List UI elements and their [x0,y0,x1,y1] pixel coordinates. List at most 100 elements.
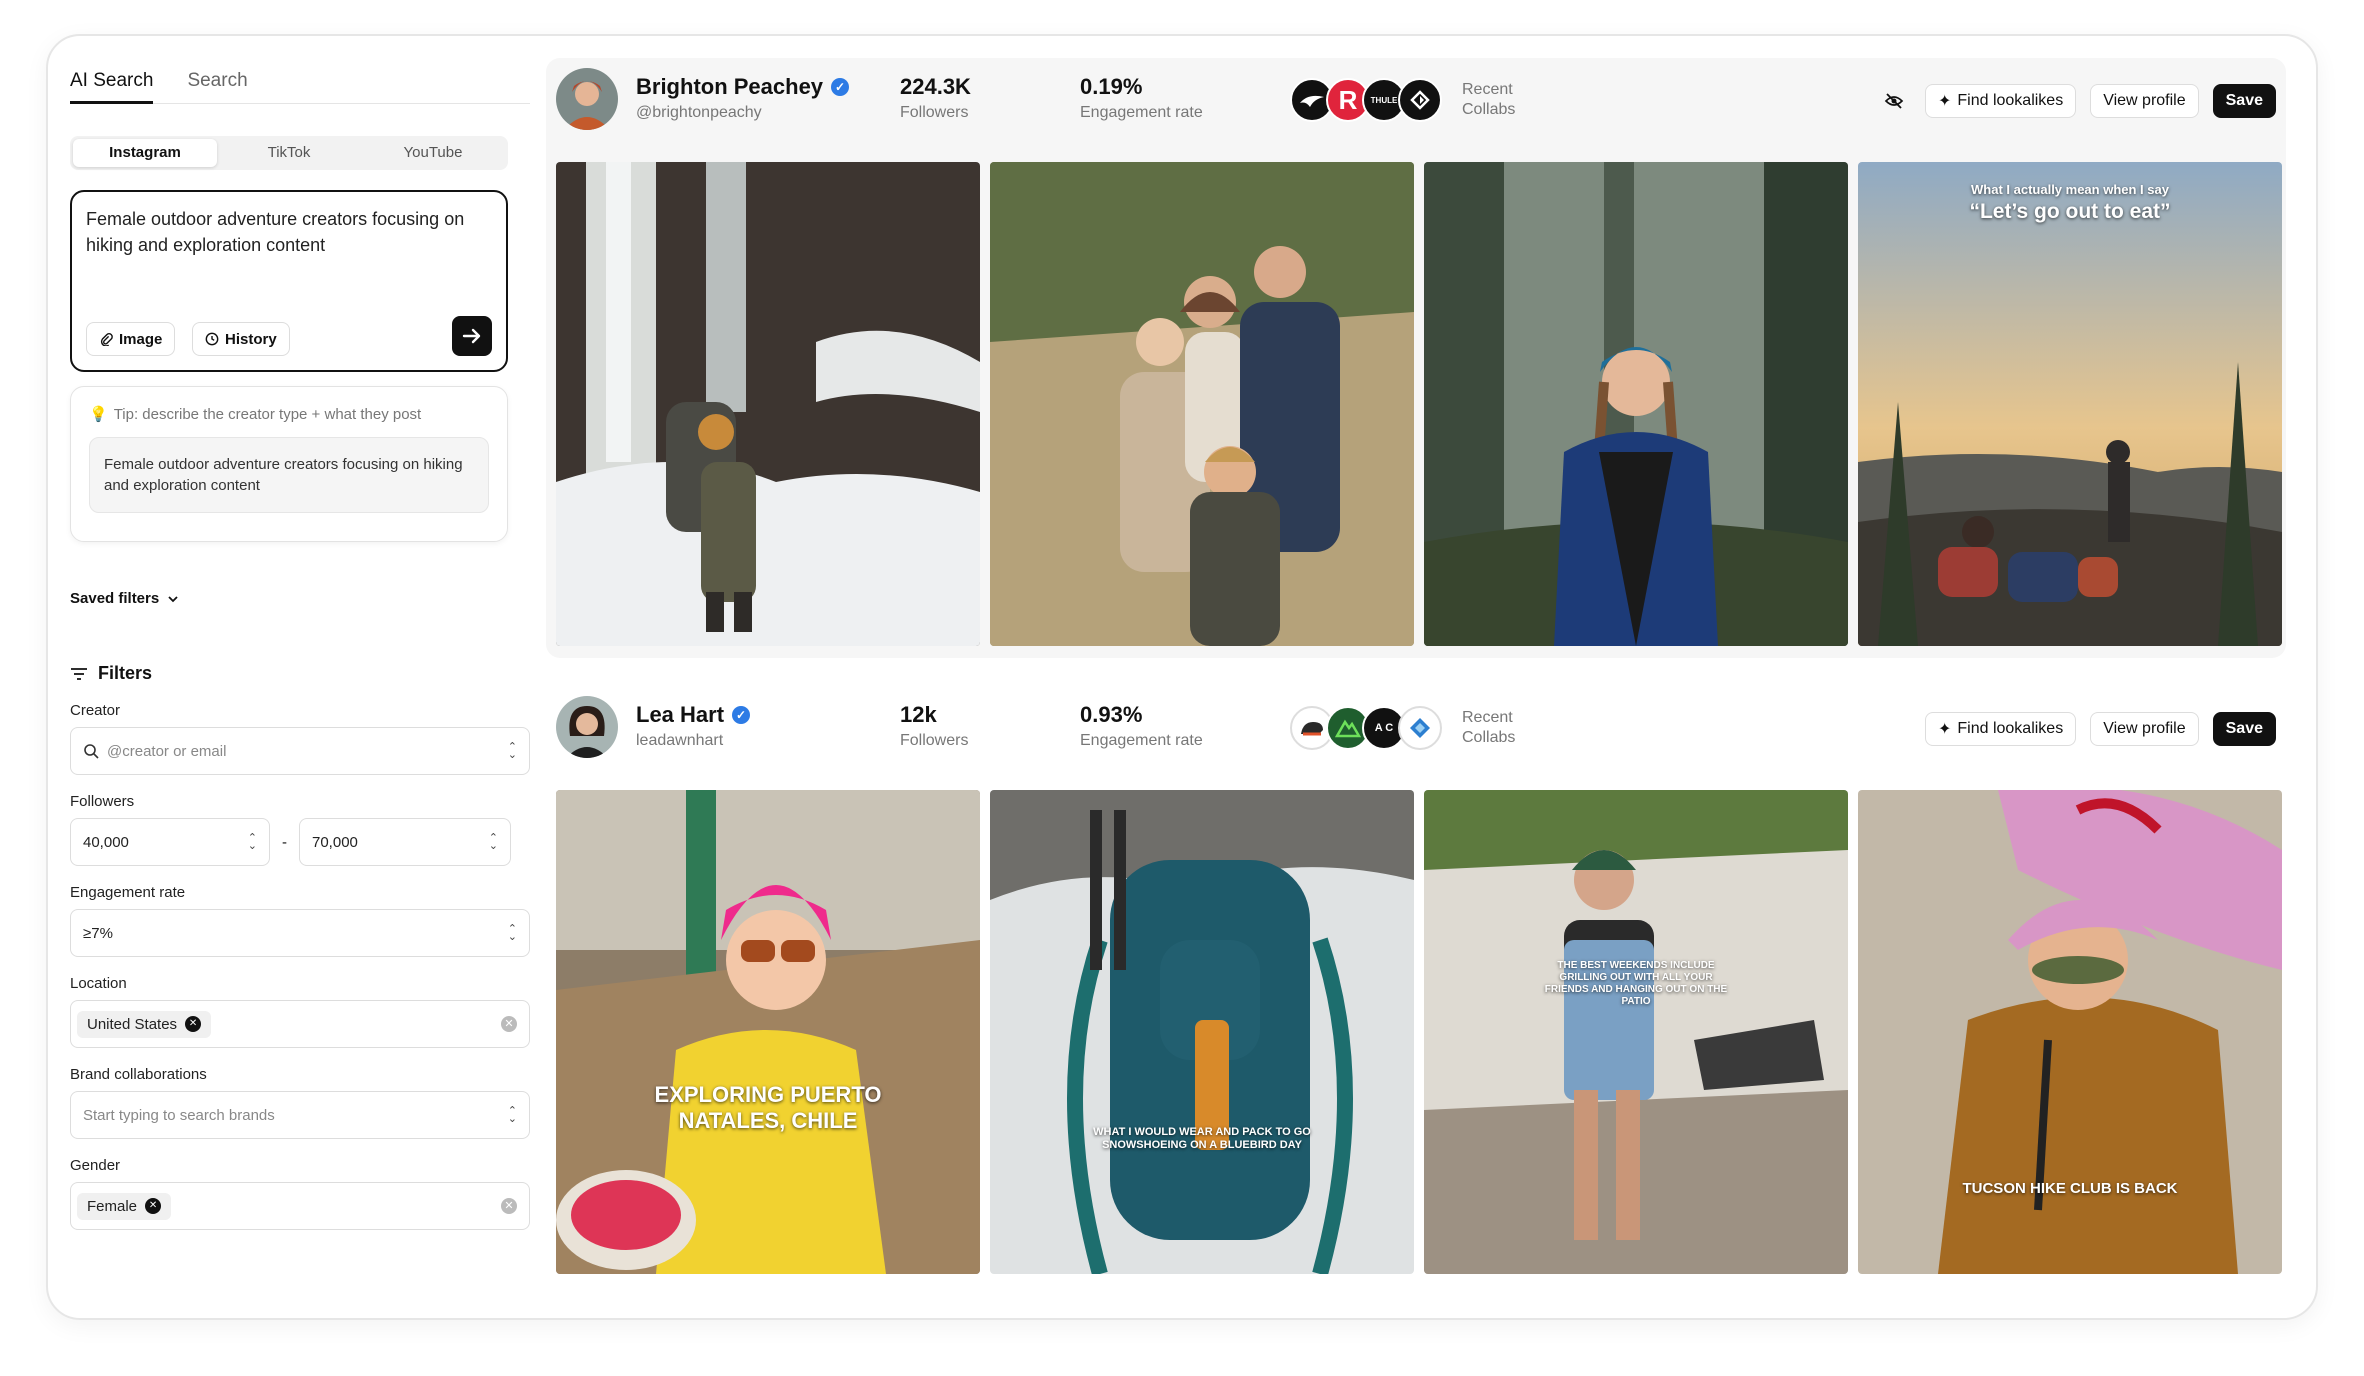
post-thumbnail[interactable] [990,162,1414,646]
post-overlay-text: “Let’s go out to eat” [1969,200,2171,223]
platform-instagram[interactable]: Instagram [73,139,217,167]
post-thumbnails: What I actually mean when I say “Let’s g… [556,162,2282,646]
followers-value: 224.3K [900,74,971,99]
tip-text: Tip: describe the creator type + what th… [113,405,422,423]
arrow-right-icon [462,328,481,344]
collabs-label: Collabs [1462,729,1516,746]
collab-brand-logos: R THULE [1290,78,1442,122]
find-lookalikes-button[interactable]: ✦ Find lookalikes [1924,712,2077,746]
creator-card: Brighton Peachey ✓ @brightonpeachy 224.3… [546,58,2286,658]
followers-label: Followers [900,104,969,121]
creator-name-text: Lea Hart [636,702,725,727]
engagement-rate-select[interactable]: ≥7% ⌃ ⌄ [70,909,530,957]
post-overlay-text: WHAT I WOULD WEAR AND PACK TO GO SNOWSHO… [1093,1126,1311,1151]
find-lookalikes-label: Find lookalikes [1957,92,2064,109]
tab-search[interactable]: Search [187,62,247,104]
location-chip-label: United States [87,1015,178,1033]
creator-search-input[interactable]: @creator or email ⌃ ⌄ [70,727,530,775]
gender-chip-label: Female [87,1197,138,1215]
engagement-filter-label: Engagement rate [70,884,186,901]
remove-chip-icon[interactable]: ✕ [185,1016,202,1032]
post-thumbnail[interactable]: THE BEST WEEKENDS INCLUDE GRILLING OUT W… [1424,790,1848,1274]
brand-search-select[interactable]: Start typing to search brands ⌃ ⌄ [70,1091,530,1139]
creator-filter-label: Creator [70,702,121,719]
search-mode-tabs: AI Search Search [70,62,530,104]
view-profile-button[interactable]: View profile [2090,712,2199,746]
paperclip-icon [100,333,113,346]
followers-max-select[interactable]: 70,000 ⌃ ⌄ [299,818,511,866]
tab-ai-search[interactable]: AI Search [70,62,154,104]
creator-actions: ✦ Find lookalikes View profile Save [1924,712,2276,746]
sidebar: AI Search Search Instagram TikTok YouTub… [70,62,530,1292]
followers-stat: 224.3K Followers [900,74,971,122]
post-thumbnail[interactable] [1424,162,1848,646]
image-button-label: Image [119,330,163,348]
creator-name-text: Brighton Peachey [636,74,824,99]
post-thumbnail[interactable] [556,162,980,646]
brand-logo-diamond[interactable] [1398,78,1442,122]
followers-label: Followers [900,732,969,749]
find-lookalikes-label: Find lookalikes [1957,720,2064,737]
post-thumbnail[interactable]: EXPLORING PUERTO NATALES, CHILE [556,790,980,1274]
engagement-label: Engagement rate [1080,732,1203,749]
engagement-stat: 0.93% Engagement rate [1080,702,1203,750]
post-thumbnail[interactable]: WHAT I WOULD WEAR AND PACK TO GO SNOWSHO… [990,790,1414,1274]
search-icon [84,744,99,759]
save-button[interactable]: Save [2212,84,2276,118]
select-updown-icon: ⌃ ⌄ [507,923,517,943]
creator-name[interactable]: Lea Hart ✓ [636,702,751,728]
view-profile-button[interactable]: View profile [2090,84,2199,118]
post-thumbnail[interactable]: TUCSON HIKE CLUB IS BACK [1858,790,2282,1274]
ai-query-box[interactable]: Female outdoor adventure creators focusi… [70,190,508,372]
brand-search-placeholder: Start typing to search brands [83,1106,275,1124]
avatar[interactable] [556,696,618,758]
post-thumbnail[interactable]: What I actually mean when I say “Let’s g… [1858,162,2282,646]
clear-icon[interactable]: ✕ [501,1016,517,1032]
creator-card-header: Lea Hart ✓ leadawnhart 12k Followers 0.9… [556,696,2276,762]
followers-min-select[interactable]: 40,000 ⌃ ⌄ [70,818,270,866]
gender-multiselect[interactable]: Female ✕ ✕ [70,1182,530,1230]
select-updown-icon: ⌃ ⌄ [507,741,517,761]
sparkle-icon: ✦ [1937,93,1952,110]
select-updown-icon: ⌃ ⌄ [488,832,498,852]
tip-row: 💡 Tip: describe the creator type + what … [89,405,489,424]
gender-chip: Female ✕ [77,1192,172,1220]
engagement-stat: 0.19% Engagement rate [1080,74,1203,122]
post-thumbnails: EXPLORING PUERTO NATALES, CHILE WHAT I W… [556,790,2282,1274]
brand-filter-label: Brand collaborations [70,1066,207,1083]
creator-name[interactable]: Brighton Peachey ✓ [636,74,850,100]
find-lookalikes-button[interactable]: ✦ Find lookalikes [1924,84,2077,118]
recent-collabs-label: Recent Collabs [1462,80,1515,120]
brand-logo-blue-diamond[interactable] [1398,706,1442,750]
filter-lines-icon [71,667,87,680]
platform-tiktok[interactable]: TikTok [217,139,361,167]
sparkle-icon: ✦ [1937,721,1952,738]
hide-creator-button[interactable] [1877,84,1911,118]
avatar[interactable] [556,68,618,130]
saved-filters-label: Saved filters [70,590,160,607]
ai-query-text[interactable]: Female outdoor adventure creators focusi… [86,206,492,258]
tip-panel: 💡 Tip: describe the creator type + what … [70,386,508,542]
saved-filters-dropdown[interactable]: Saved filters [70,590,530,607]
lightbulb-icon: 💡 [89,406,108,423]
creator-actions: ✦ Find lookalikes View profile Save [1877,84,2276,118]
creator-handle: leadawnhart [636,732,724,749]
app-frame: AI Search Search Instagram TikTok YouTub… [46,34,2318,1320]
engagement-label: Engagement rate [1080,104,1203,121]
collab-brand-logos: A C [1290,706,1442,750]
clear-icon[interactable]: ✕ [501,1198,517,1214]
location-multiselect[interactable]: United States ✕ ✕ [70,1000,530,1048]
engagement-value: 0.19% [1080,74,1143,99]
image-button[interactable]: Image [86,322,176,356]
recent-collabs-label: Recent Collabs [1462,708,1515,748]
followers-min-value: 40,000 [83,833,129,851]
platform-youtube[interactable]: YouTube [361,139,505,167]
save-button[interactable]: Save [2212,712,2276,746]
history-button[interactable]: History [192,322,290,356]
remove-chip-icon[interactable]: ✕ [145,1198,162,1214]
submit-search-button[interactable] [452,316,492,356]
followers-value: 12k [900,702,937,727]
tip-example-query[interactable]: Female outdoor adventure creators focusi… [89,437,489,513]
creator-card: Lea Hart ✓ leadawnhart 12k Followers 0.9… [546,686,2286,1286]
clock-icon [205,332,219,346]
